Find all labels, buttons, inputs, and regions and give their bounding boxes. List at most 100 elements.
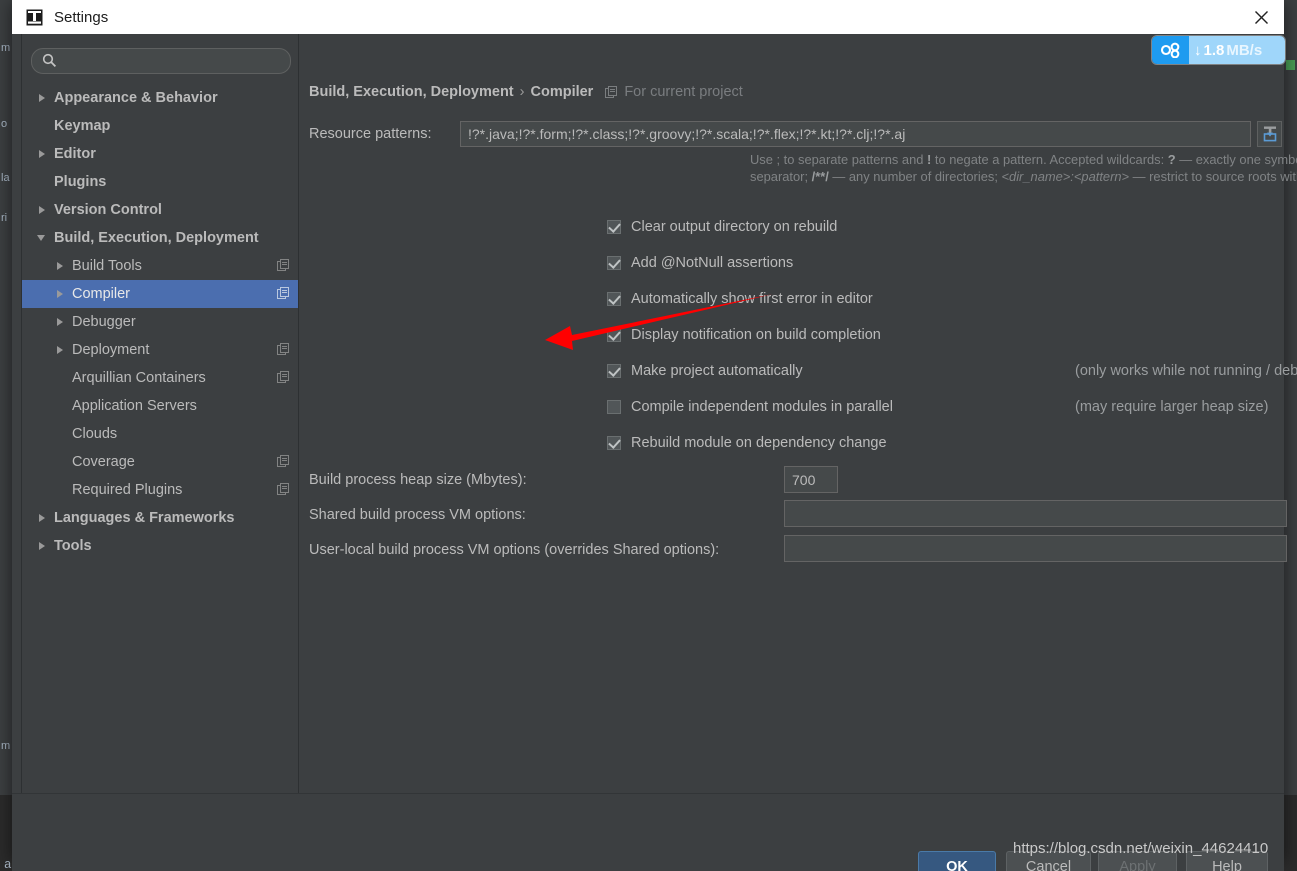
hint-part: — exactly one symbol;	[1179, 152, 1297, 167]
chevron-right-icon	[36, 539, 50, 553]
sidebar-item-label: Required Plugins	[72, 482, 183, 498]
screen-root: m o la ri m ae-2] com.zaxxer.hikari.Hika…	[0, 0, 1297, 871]
project-scope-icon	[277, 259, 290, 272]
search-box[interactable]	[31, 48, 291, 74]
chevron-right-icon	[54, 287, 68, 301]
sidebar-item-label: Editor	[54, 146, 96, 162]
sidebar-item-label: Coverage	[72, 454, 135, 470]
sidebar-item-label: Version Control	[54, 202, 162, 218]
sidebar-item-label: Deployment	[72, 342, 150, 358]
sidebar-item-label: Languages & Frameworks	[54, 510, 235, 526]
checkbox-add-notnull-assertions[interactable]: Add @NotNull assertions	[607, 255, 793, 271]
sidebar-item-label: Build Tools	[72, 258, 142, 274]
chevron-right-icon	[54, 315, 68, 329]
user-local-vm-options-input[interactable]	[784, 535, 1287, 562]
breadcrumb-scope-text: For current project	[624, 84, 743, 100]
sidebar-item-label: Plugins	[54, 174, 107, 190]
settings-tree: Appearance & Behavior Keymap Editor Plug…	[22, 84, 298, 560]
chevron-right-icon	[54, 259, 68, 273]
sidebar-item-version-control[interactable]: Version Control	[22, 196, 298, 224]
sidebar-item-editor[interactable]: Editor	[22, 140, 298, 168]
project-scope-icon	[277, 343, 290, 356]
checkbox-box[interactable]	[607, 256, 621, 270]
sidebar-item-plugins[interactable]: Plugins	[22, 168, 298, 196]
heap-size-input[interactable]	[784, 466, 838, 493]
settings-sidebar: Appearance & Behavior Keymap Editor Plug…	[21, 34, 299, 793]
sidebar-item-label: Compiler	[72, 286, 131, 302]
chevron-down-icon	[36, 231, 50, 245]
ok-button[interactable]: OK	[918, 851, 996, 871]
breadcrumb: Build, Execution, Deployment › Compiler …	[309, 84, 743, 100]
expand-field-icon[interactable]	[1257, 121, 1282, 147]
checkbox-box[interactable]	[607, 220, 621, 234]
sidebar-item-debugger[interactable]: Debugger	[22, 308, 298, 336]
ide-right-strip[interactable]	[1283, 30, 1297, 795]
hint-globstar: /**/	[811, 169, 829, 184]
search-icon	[42, 53, 57, 68]
checkbox-show-first-error[interactable]: Automatically show first error in editor	[607, 291, 873, 307]
sidebar-item-languages-frameworks[interactable]: Languages & Frameworks	[22, 504, 298, 532]
checkbox-box[interactable]	[607, 400, 621, 414]
left-strip-letter: la	[1, 172, 10, 184]
checkbox-label: Compile independent modules in parallel	[631, 399, 893, 415]
sidebar-item-tools[interactable]: Tools	[22, 532, 298, 560]
project-scope-icon	[605, 85, 618, 99]
checkbox-label: Automatically show first error in editor	[631, 291, 873, 307]
checkbox-label: Clear output directory on rebuild	[631, 219, 838, 235]
shared-vm-options-input[interactable]	[784, 500, 1287, 527]
sidebar-item-clouds[interactable]: Clouds	[22, 420, 298, 448]
sidebar-item-arquillian-containers[interactable]: Arquillian Containers	[22, 364, 298, 392]
checkbox-label: Display notification on build completion	[631, 327, 881, 343]
checkbox-box[interactable]	[607, 328, 621, 342]
chevron-right-icon	[54, 343, 68, 357]
resource-patterns-hint: Use ; to separate patterns and ! to nega…	[750, 151, 1297, 185]
checkbox-note-compile-parallel: (may require larger heap size)	[1075, 399, 1269, 415]
close-icon[interactable]	[1238, 0, 1284, 34]
network-speed-value: 1.8	[1203, 41, 1225, 59]
checkbox-compile-independent-modules[interactable]: Compile independent modules in parallel	[607, 399, 893, 415]
sidebar-item-label: Clouds	[72, 426, 118, 442]
checkbox-box[interactable]	[607, 292, 621, 306]
download-cloud-icon	[1152, 36, 1189, 64]
chevron-right-icon	[36, 511, 50, 525]
left-strip-letter: ri	[1, 212, 8, 224]
sidebar-item-deployment[interactable]: Deployment	[22, 336, 298, 364]
left-strip-letter: m	[1, 740, 11, 752]
settings-dialog: Settings Appearance & Behavior Keymap Ed…	[12, 0, 1297, 871]
project-scope-icon	[277, 287, 290, 300]
sidebar-item-coverage[interactable]: Coverage	[22, 448, 298, 476]
breadcrumb-root[interactable]: Build, Execution, Deployment	[309, 84, 514, 100]
sidebar-item-label: Build, Execution, Deployment	[54, 230, 259, 246]
sidebar-item-required-plugins[interactable]: Required Plugins	[22, 476, 298, 504]
sidebar-item-appearance-behavior[interactable]: Appearance & Behavior	[22, 84, 298, 112]
checkbox-clear-output-directory[interactable]: Clear output directory on rebuild	[607, 219, 837, 235]
left-strip-letter: m	[1, 42, 11, 54]
sidebar-item-build-execution-deployment[interactable]: Build, Execution, Deployment	[22, 224, 298, 252]
user-local-vm-options-label: User-local build process VM options (ove…	[309, 542, 720, 558]
sidebar-item-application-servers[interactable]: Application Servers	[22, 392, 298, 420]
hint-question: ?	[1167, 152, 1176, 167]
dialog-titlebar: Settings	[12, 0, 1284, 35]
checkbox-note-make-project: (only works while not running / debuggin…	[1075, 363, 1297, 379]
download-arrow-icon: ↓	[1194, 41, 1202, 59]
resource-patterns-input[interactable]	[460, 121, 1251, 147]
sidebar-item-label: Debugger	[72, 314, 136, 330]
sidebar-item-build-tools[interactable]: Build Tools	[22, 252, 298, 280]
checkbox-make-project-automatically[interactable]: Make project automatically	[607, 363, 803, 379]
chevron-right-icon	[36, 203, 50, 217]
network-speed-badge[interactable]: ↓ 1.8 MB/s	[1152, 36, 1285, 64]
checkbox-display-notification[interactable]: Display notification on build completion	[607, 327, 881, 343]
ide-status-indicator	[1286, 60, 1295, 70]
checkbox-rebuild-module-on-dependency-change[interactable]: Rebuild module on dependency change	[607, 435, 887, 451]
settings-content-pane: Build, Execution, Deployment › Compiler …	[298, 34, 1297, 793]
chevron-right-icon	[36, 91, 50, 105]
sidebar-item-label: Tools	[54, 538, 92, 554]
checkbox-box[interactable]	[607, 436, 621, 450]
checkbox-label: Rebuild module on dependency change	[631, 435, 887, 451]
search-input[interactable]	[62, 50, 281, 72]
sidebar-item-label: Application Servers	[72, 398, 197, 414]
shared-vm-options-label: Shared build process VM options:	[309, 507, 526, 523]
sidebar-item-compiler[interactable]: Compiler	[22, 280, 298, 308]
sidebar-item-keymap[interactable]: Keymap	[22, 112, 298, 140]
checkbox-box[interactable]	[607, 364, 621, 378]
